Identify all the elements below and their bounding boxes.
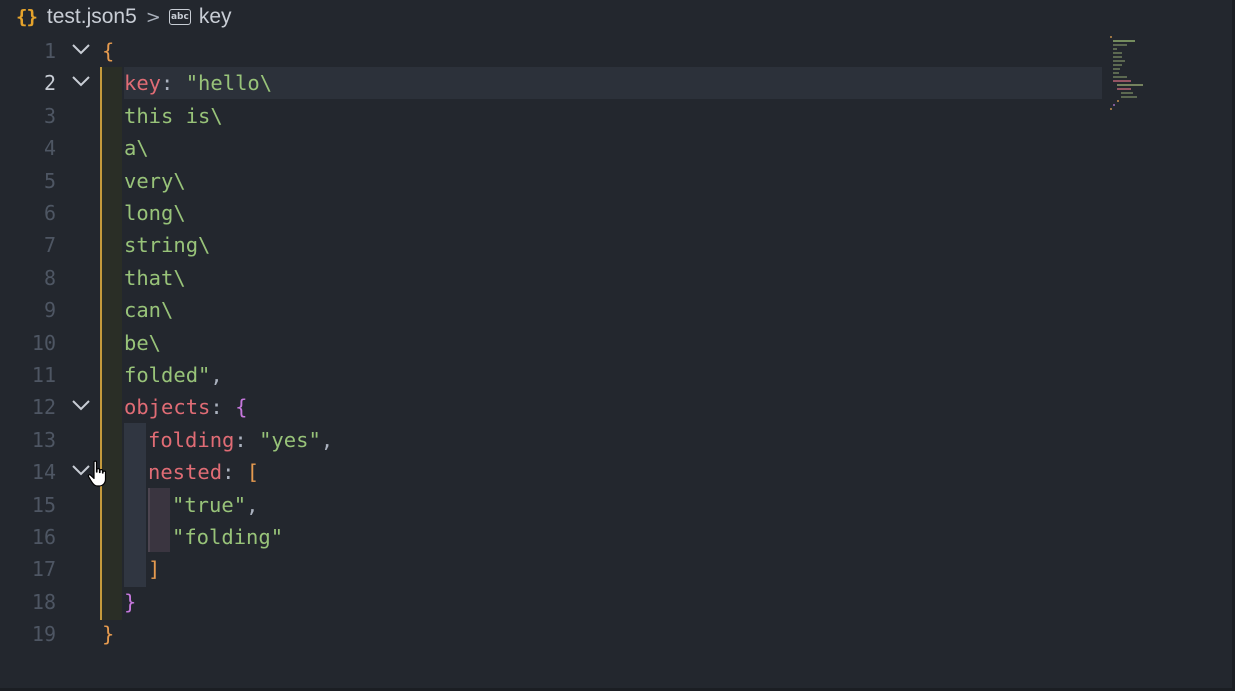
minimap[interactable] xyxy=(1108,36,1158,116)
breadcrumb-file-label: test.json5 xyxy=(46,5,137,28)
line-number: 8 xyxy=(43,265,56,290)
code-text: } xyxy=(124,589,137,614)
line-number: 6 xyxy=(43,201,56,225)
code-text: very\ xyxy=(124,168,186,193)
code-line: 18 } xyxy=(0,586,1235,618)
code-line: 8 that\ xyxy=(0,262,1235,294)
line-number: 1 xyxy=(43,39,56,63)
breadcrumb-symbol[interactable]: abc key xyxy=(168,5,232,29)
breadcrumb-file[interactable]: {} test.json5 xyxy=(16,5,137,29)
code-line: 1 { xyxy=(0,35,1235,67)
code-text: objects: { xyxy=(124,395,248,420)
breadcrumb: {} test.json5 > abc key xyxy=(16,4,232,30)
code-line: 5 very\ xyxy=(0,165,1235,197)
code-line: 16 "folding" xyxy=(0,521,1235,553)
code-text: this is\ xyxy=(124,103,223,128)
code-text: folded", xyxy=(124,363,223,387)
chevron-down-icon[interactable] xyxy=(72,43,90,57)
code-line: 4 a\ xyxy=(0,132,1235,164)
line-number: 15 xyxy=(31,492,56,517)
code-line: 17 ] xyxy=(0,553,1235,585)
code-line: 12 objects: { xyxy=(0,391,1235,423)
code-line: 19 } xyxy=(0,618,1235,650)
code-line: 9 can\ xyxy=(0,294,1235,326)
chevron-right-icon: > xyxy=(145,6,161,28)
code-line: 3 this is\ xyxy=(0,100,1235,132)
code-text: nested: [ xyxy=(148,460,260,485)
code-text: ] xyxy=(148,557,161,582)
code-text: { xyxy=(102,39,115,63)
json-file-icon: {} xyxy=(16,6,38,28)
code-line: 7 string\ xyxy=(0,229,1235,261)
code-text: } xyxy=(102,622,115,647)
code-text: be\ xyxy=(124,330,162,355)
chevron-down-icon[interactable] xyxy=(72,399,90,413)
line-number: 7 xyxy=(43,233,56,258)
code-line: 15 "true", xyxy=(0,489,1235,521)
line-number: 9 xyxy=(43,298,56,323)
code-text: string\ xyxy=(124,233,211,258)
string-symbol-icon: abc xyxy=(168,9,191,25)
line-number: 19 xyxy=(31,622,56,647)
line-number: 12 xyxy=(31,395,56,420)
line-number: 10 xyxy=(31,330,56,355)
code-line: 14 nested: [ xyxy=(0,456,1235,488)
line-number: 11 xyxy=(31,363,56,387)
line-number: 4 xyxy=(43,136,56,161)
line-number: 13 xyxy=(31,427,56,452)
line-number: 14 xyxy=(31,460,56,485)
editor: {} test.json5 > abc key 1 { 2 key: "hell… xyxy=(0,0,1235,691)
code-line: 13 folding: "yes", xyxy=(0,424,1235,456)
breadcrumb-symbol-label: key xyxy=(198,5,232,28)
code-text: long\ xyxy=(124,201,186,225)
code-text: key: "hello\ xyxy=(124,71,273,96)
line-number: 17 xyxy=(31,557,56,582)
code-area[interactable]: 1 { 2 key: "hello\ 3 this is\ 4 a\ 5 ver… xyxy=(0,35,1235,685)
hand-pointer-cursor-icon xyxy=(87,460,111,488)
line-number: 2 xyxy=(43,71,56,96)
code-text: a\ xyxy=(124,136,149,161)
code-line: 6 long\ xyxy=(0,197,1235,229)
line-number: 3 xyxy=(43,103,56,128)
line-number: 5 xyxy=(43,168,56,193)
code-line: 11 folded", xyxy=(0,359,1235,391)
code-text: "true", xyxy=(172,492,259,517)
code-text: "folding" xyxy=(172,525,284,549)
code-text: can\ xyxy=(124,298,174,323)
code-text: folding: "yes", xyxy=(148,427,334,452)
code-text: that\ xyxy=(124,265,186,290)
code-line-current: 2 key: "hello\ xyxy=(0,67,1235,100)
code-line: 10 be\ xyxy=(0,327,1235,359)
line-number: 16 xyxy=(31,525,56,549)
line-number: 18 xyxy=(31,589,56,614)
chevron-down-icon[interactable] xyxy=(72,75,90,89)
